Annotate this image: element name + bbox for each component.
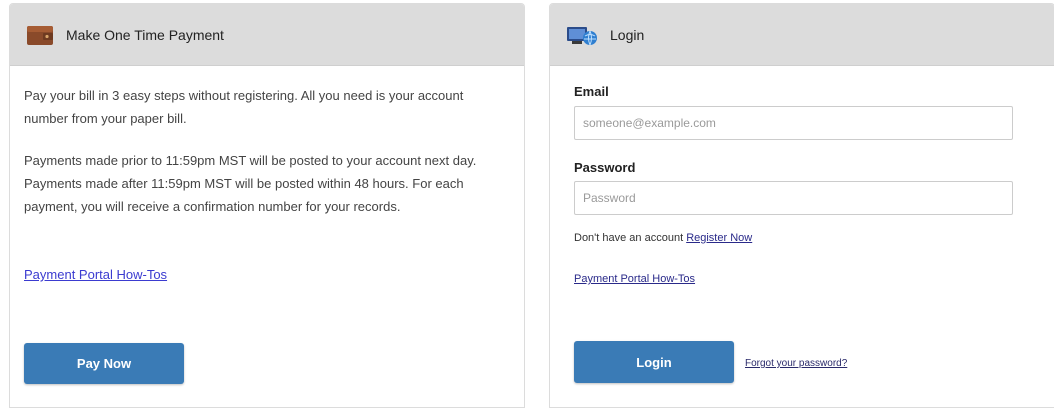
password-field[interactable] bbox=[574, 181, 1013, 215]
no-account-text: Don't have an account bbox=[574, 232, 684, 244]
login-button[interactable]: Login bbox=[574, 341, 734, 383]
pay-now-button[interactable]: Pay Now bbox=[24, 343, 184, 384]
payment-panel-header: Make One Time Payment bbox=[10, 4, 524, 66]
login-form: Email Password Don't have an account Reg… bbox=[549, 0, 1054, 408]
payment-howto-link[interactable]: Payment Portal How-Tos bbox=[24, 267, 167, 282]
login-howto-link[interactable]: Payment Portal How-Tos bbox=[574, 273, 695, 285]
payment-instructions-text: Pay your bill in 3 easy steps without re… bbox=[24, 88, 464, 126]
forgot-password-link[interactable]: Forgot your password? bbox=[745, 358, 847, 369]
password-label: Password bbox=[574, 160, 636, 175]
payment-panel-title: Make One Time Payment bbox=[66, 26, 224, 43]
email-label: Email bbox=[574, 84, 609, 99]
email-field[interactable] bbox=[574, 106, 1013, 140]
register-now-link[interactable]: Register Now bbox=[686, 232, 752, 244]
wallet-icon bbox=[26, 24, 54, 46]
register-prompt: Don't have an account Register Now bbox=[574, 232, 752, 244]
payment-posting-text: Payments made prior to 11:59pm MST will … bbox=[24, 153, 477, 214]
